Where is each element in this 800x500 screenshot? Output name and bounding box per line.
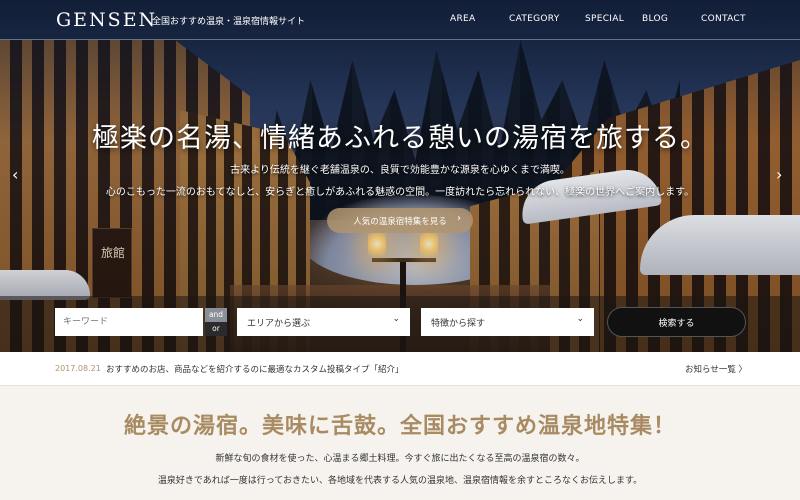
- hero-subtitle-line1: 古来より伝統を継ぐ老舗温泉の、良質で効能豊かな源泉を心ゆくまで満喫。: [230, 165, 570, 176]
- search-button[interactable]: 検索する: [607, 307, 746, 337]
- news-date: 2017.08.21: [55, 364, 101, 373]
- news-list-link[interactable]: お知らせ一覧 〉: [685, 363, 747, 375]
- keyword-input[interactable]: [55, 308, 203, 336]
- area-select-value: エリアから選ぶ: [247, 319, 311, 329]
- hero-subtitle-line2: 心のこもった一流のおもてなしと、安らぎと癒しがあふれる魅惑の空間。一度訪れたら忘…: [105, 187, 695, 198]
- and-or-toggle[interactable]: and or: [205, 308, 227, 336]
- nav-category[interactable]: CATEGORY: [509, 14, 560, 24]
- site-header: GENSEN 全国おすすめ温泉・温泉宿情報サイト AREA CATEGORY S…: [0, 0, 800, 40]
- section-text-line1: 新鮮な旬の食材を使った、心温まる郷土料理。今すぐ旅に出たくなる至高の温泉宿の数々…: [215, 454, 585, 464]
- section-text-line2: 温泉好きであれば一度は行っておきたい、各地域を代表する人気の温泉地、温泉宿情報を…: [157, 476, 643, 486]
- nav-blog[interactable]: BLOG: [642, 14, 668, 24]
- site-logo[interactable]: GENSEN: [56, 9, 157, 31]
- nav-area[interactable]: AREA: [450, 14, 475, 24]
- feature-select-value: 特徴から探す: [431, 319, 486, 329]
- chevron-down-icon: ⌄: [392, 314, 400, 324]
- header-divider: [0, 39, 800, 40]
- slider-prev-arrow-icon[interactable]: ‹: [12, 165, 18, 184]
- feature-button-label: 人気の温泉宿特集を見る: [353, 216, 447, 227]
- area-select[interactable]: エリアから選ぶ ⌄: [237, 308, 410, 336]
- nav-special[interactable]: SPECIAL: [585, 14, 624, 24]
- hero-slider: 旅館 GENSEN 全国おすすめ温泉・温泉宿情報サイト AREA CATEGOR…: [0, 0, 800, 352]
- news-link[interactable]: おすすめのお店、商品などを紹介するのに最適なカスタム投稿タイプ「紹介」: [106, 363, 404, 375]
- slider-next-arrow-icon[interactable]: ›: [776, 165, 782, 184]
- chevron-right-icon: ›: [457, 213, 461, 224]
- feature-button[interactable]: 人気の温泉宿特集を見る ›: [327, 208, 473, 233]
- section-title: 絶景の湯宿。美味に舌鼓。全国おすすめ温泉地特集！: [123, 413, 676, 439]
- news-bar: 2017.08.21 おすすめのお店、商品などを紹介するのに最適なカスタム投稿タ…: [0, 352, 800, 386]
- site-tagline: 全国おすすめ温泉・温泉宿情報サイト: [152, 17, 306, 27]
- chevron-down-icon: ⌄: [576, 314, 584, 324]
- feature-section: 絶景の湯宿。美味に舌鼓。全国おすすめ温泉地特集！ 新鮮な旬の食材を使った、心温ま…: [0, 386, 800, 500]
- and-option[interactable]: and: [205, 308, 227, 322]
- nav-contact[interactable]: CONTACT: [701, 14, 746, 24]
- feature-select[interactable]: 特徴から探す ⌄: [421, 308, 594, 336]
- hero-title: 極楽の名湯、情緒あふれる憩いの湯宿を旅する。: [92, 123, 708, 154]
- or-option[interactable]: or: [205, 322, 227, 336]
